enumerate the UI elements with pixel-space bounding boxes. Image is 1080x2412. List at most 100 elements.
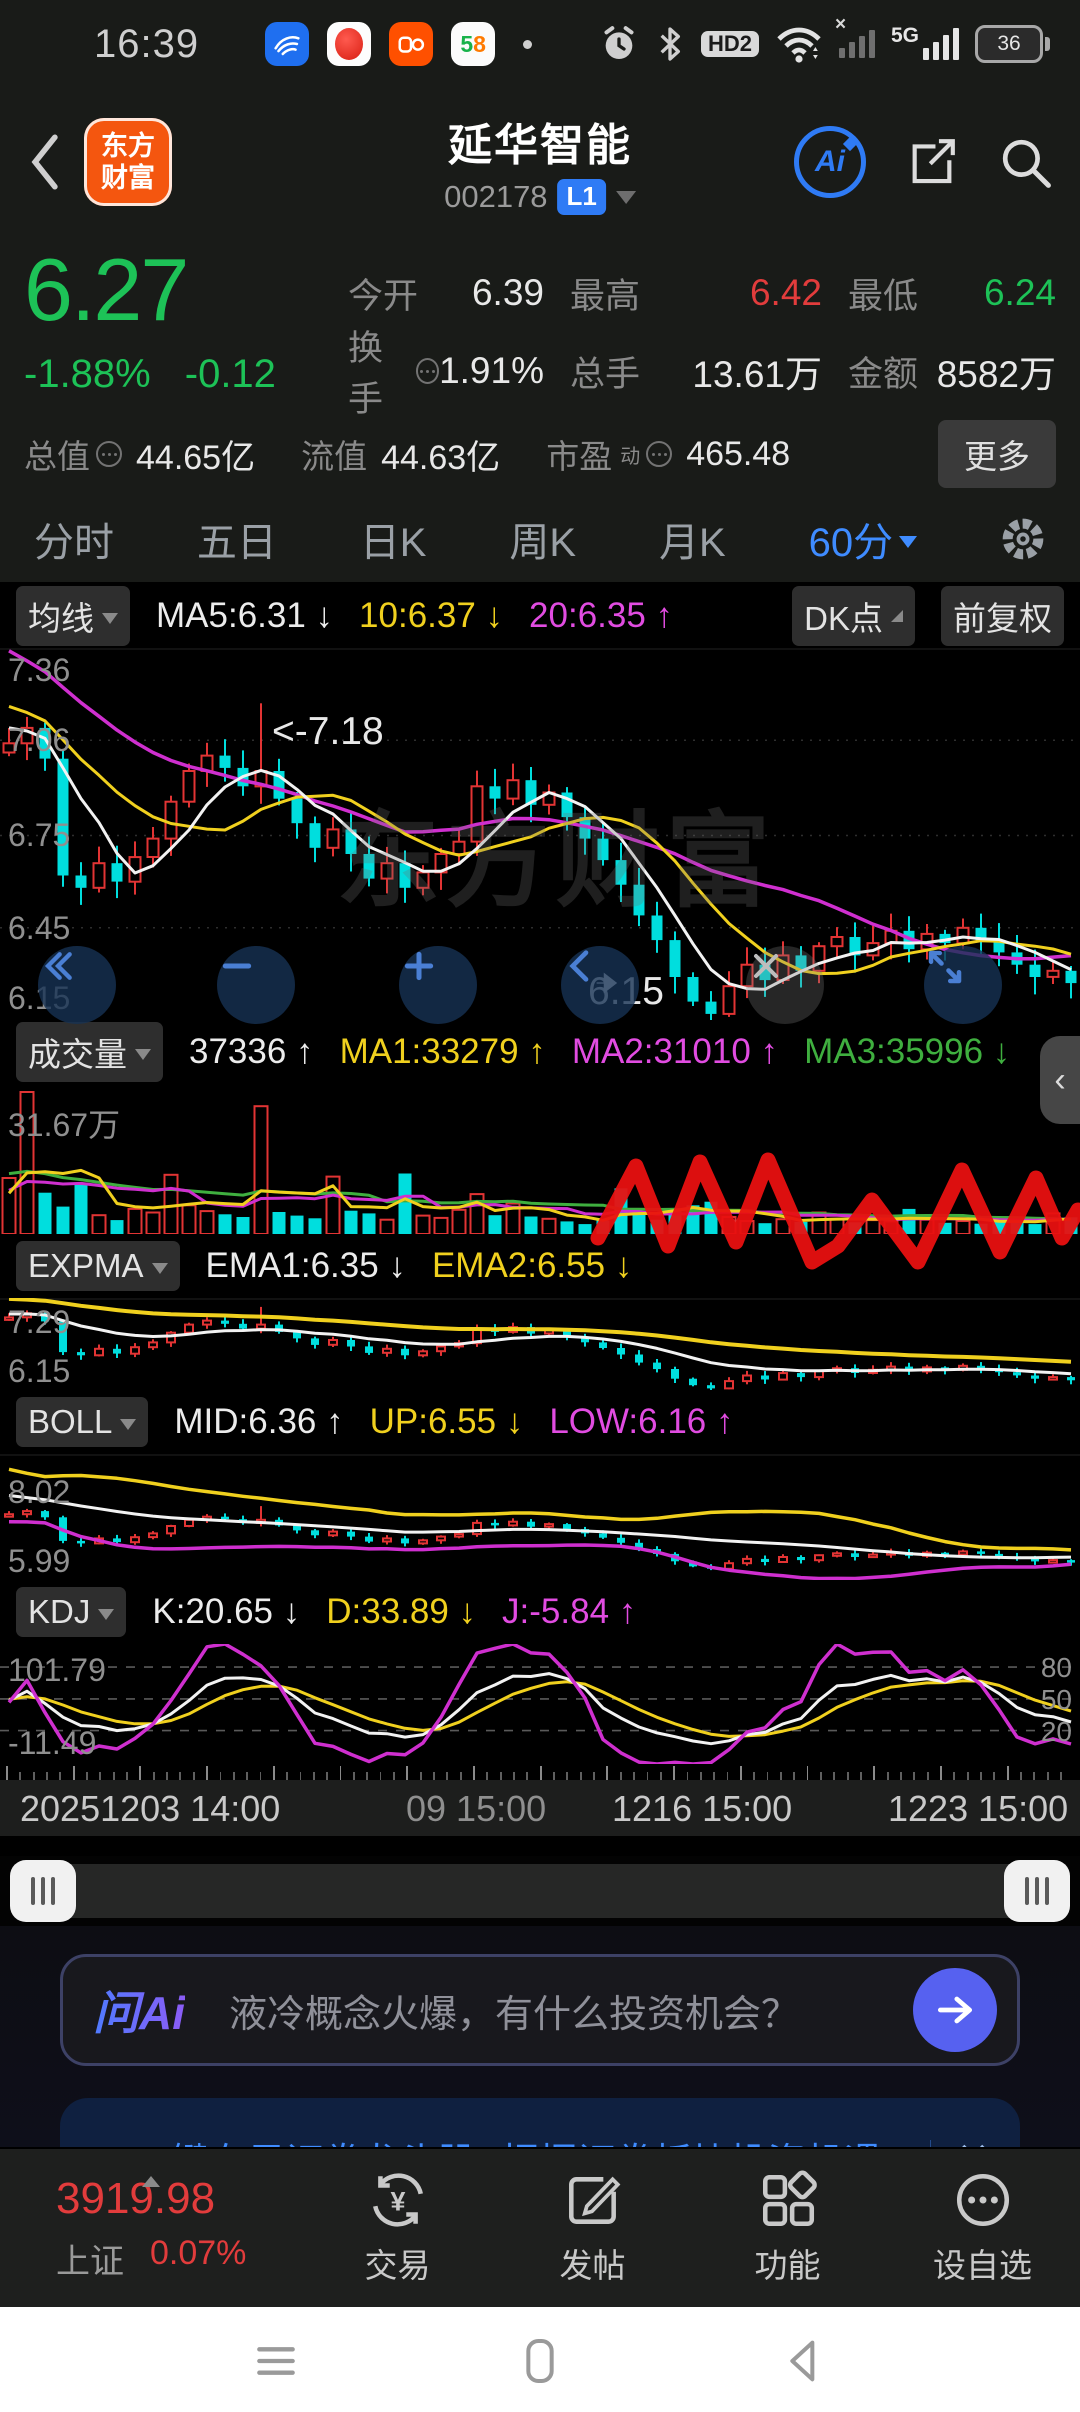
- chevron-down-icon: [102, 612, 118, 624]
- change-percent: -1.88%: [24, 352, 151, 397]
- time-label: 09 15:00: [406, 1788, 547, 1829]
- pe-value: 465.48: [686, 434, 791, 473]
- recents-icon[interactable]: [251, 2336, 301, 2386]
- more-button[interactable]: 更多: [938, 420, 1056, 488]
- wifi-icon: [777, 27, 821, 63]
- gear-icon[interactable]: [1000, 516, 1046, 562]
- dk-point-button[interactable]: DK点: [792, 586, 915, 646]
- volume-max-label: 31.67万: [8, 1107, 121, 1143]
- index-change: 0.07%: [150, 2233, 247, 2272]
- status-bar: 16:39 58 HD2 × 5G 36: [0, 0, 1080, 88]
- functions-button[interactable]: 功能: [690, 2169, 885, 2287]
- zoom-in-button[interactable]: [399, 946, 477, 1024]
- axis-label: 101.79: [8, 1652, 106, 1688]
- volume-ma2: MA2:31010 ↑: [571, 1032, 779, 1071]
- info-icon[interactable]: [415, 358, 440, 384]
- ai-submit-button[interactable]: [913, 1968, 997, 2052]
- kdj-50-label: 50: [1040, 1684, 1072, 1715]
- fullscreen-button[interactable]: [924, 946, 1002, 1024]
- home-icon[interactable]: [515, 2336, 565, 2386]
- kdj-chart[interactable]: 101.79 -11.49 80 50 20: [0, 1644, 1080, 1764]
- ema1-value: EMA1:6.35 ↓: [205, 1246, 406, 1285]
- close-icon[interactable]: ✕: [956, 2135, 990, 2147]
- low-value: 6.24: [983, 272, 1056, 313]
- tab-minute[interactable]: 分时: [34, 510, 114, 568]
- kdj-selector-button[interactable]: KDJ: [16, 1587, 127, 1637]
- forward-adjust-button[interactable]: 前复权: [941, 586, 1064, 646]
- compose-icon: [568, 2176, 620, 2224]
- expma-selector-button[interactable]: EXPMA: [16, 1241, 180, 1291]
- ai-assistant-button[interactable]: Ai: [794, 126, 866, 198]
- collapse-panel-handle[interactable]: ‹: [1040, 1036, 1080, 1124]
- axis-label: 6.75: [8, 817, 71, 853]
- volume-chart[interactable]: 31.67万: [0, 1084, 1080, 1234]
- ai-search-placeholder: 液冷概念火爆，有什么投资机会？: [229, 1993, 800, 2036]
- ai-section: 问Ai 液冷概念火爆，有什么投资机会？ 一键布局证券龙头股 把握证券板块投资机遇…: [0, 1926, 1080, 2147]
- chevron-down-icon: [98, 1608, 115, 1620]
- scrollbar-right-handle[interactable]: [1004, 1860, 1070, 1922]
- ask-ai-logo: 问Ai: [93, 1977, 185, 2043]
- info-icon[interactable]: [96, 441, 122, 467]
- tab-60min-active[interactable]: 60分: [809, 510, 918, 568]
- level1-badge: L1: [557, 179, 606, 215]
- scrollbar-left-handle[interactable]: [10, 1860, 76, 1922]
- back-nav-icon[interactable]: [779, 2336, 829, 2386]
- time-label: 1223 15:00: [888, 1788, 1069, 1829]
- main-candlestick-chart[interactable]: 东方财富 7.36 7.06 6.75 6.45 6.15 <-7.18 6.1…: [0, 648, 1080, 1024]
- boll-mid-value: MID:6.36 ↑: [174, 1402, 344, 1441]
- high-label: 最高: [570, 276, 641, 316]
- tab-weekly[interactable]: 周K: [509, 510, 576, 568]
- volume-selector-button[interactable]: 成交量: [16, 1022, 163, 1082]
- svg-text:¥: ¥: [390, 2186, 405, 2216]
- scroll-left-button[interactable]: [561, 946, 639, 1024]
- divider: [929, 2140, 931, 2147]
- chevron-down-icon[interactable]: [615, 190, 636, 204]
- volume-ma1: MA1:33279 ↑: [339, 1032, 546, 1071]
- stock-name: 延华智能: [447, 121, 632, 170]
- turnover-value: 1.91%: [439, 350, 544, 391]
- share-icon[interactable]: [906, 136, 958, 188]
- battery-icon: 36: [975, 25, 1050, 63]
- high-price-annotation: <-7.18: [272, 710, 384, 753]
- axis-label: 6.15: [8, 1353, 71, 1389]
- add-watchlist-button[interactable]: 设自选: [885, 2169, 1080, 2287]
- kdj-indicator-row: KDJ K:20.65 ↓ D:33.89 ↓ J:-5.84 ↑: [0, 1580, 1080, 1644]
- promo-banner[interactable]: 一键布局证券龙头股 把握证券板块投资机遇> ✕: [60, 2098, 1020, 2147]
- tab-5day[interactable]: 五日: [197, 510, 277, 568]
- post-button[interactable]: 发帖: [495, 2169, 690, 2287]
- chart-scrollbar: [0, 1856, 1080, 1926]
- floatcap-label: 流值: [301, 438, 368, 475]
- scroll-left-fast-button[interactable]: [38, 946, 116, 1024]
- trade-button[interactable]: ¥ 交易: [300, 2169, 495, 2287]
- kdj-d-value: D:33.89 ↓: [326, 1592, 477, 1631]
- axis-label: 7.06: [8, 722, 71, 758]
- quote-panel: 6.27 -1.88% -0.12 今开 6.39 最高 6.42 最低 6.24 换…: [0, 236, 1080, 496]
- ma-selector-button[interactable]: 均线: [16, 586, 130, 646]
- bird-app-icon: [265, 22, 310, 66]
- zoom-out-button[interactable]: [217, 946, 295, 1024]
- axis-label: 5.99: [8, 1543, 71, 1579]
- crosshair-button[interactable]: [746, 946, 824, 1024]
- back-button[interactable]: [28, 132, 68, 192]
- info-icon[interactable]: [646, 441, 673, 467]
- index-quote-button[interactable]: 3919.98 上证 0.07%: [0, 2174, 300, 2283]
- low-label: 最低: [848, 276, 919, 316]
- floatcap-value: 44.63亿: [381, 438, 501, 477]
- ask-ai-search-box[interactable]: 问Ai 液冷概念火爆，有什么投资机会？: [60, 1954, 1020, 2066]
- ma-indicator-row: 均线 MA5:6.31 ↓ 10:6.37 ↓ 20:6.35 ↑ DK点 前复…: [0, 584, 1080, 648]
- boll-selector-button[interactable]: BOLL: [16, 1397, 149, 1447]
- time-label: 20251203 14:00: [20, 1788, 281, 1829]
- open-value: 6.39: [471, 272, 544, 313]
- boll-indicator-row: BOLL MID:6.36 ↑ UP:6.55 ↓ LOW:6.16 ↑: [0, 1390, 1080, 1454]
- expma-chart[interactable]: 7.29 6.15: [0, 1298, 1080, 1390]
- tab-daily[interactable]: 日K: [360, 510, 427, 568]
- search-icon[interactable]: [998, 135, 1052, 189]
- 58-app-icon: 58: [451, 22, 496, 66]
- tab-monthly[interactable]: 月K: [659, 510, 726, 568]
- boll-chart[interactable]: 8.02 5.99: [0, 1454, 1080, 1580]
- chevron-down-icon: [135, 1048, 151, 1060]
- index-value: 3919.98: [56, 2173, 216, 2223]
- watermark: 东方财富: [336, 804, 777, 920]
- amount-label: 金额: [848, 354, 919, 394]
- scrollbar-track[interactable]: [10, 1864, 1070, 1918]
